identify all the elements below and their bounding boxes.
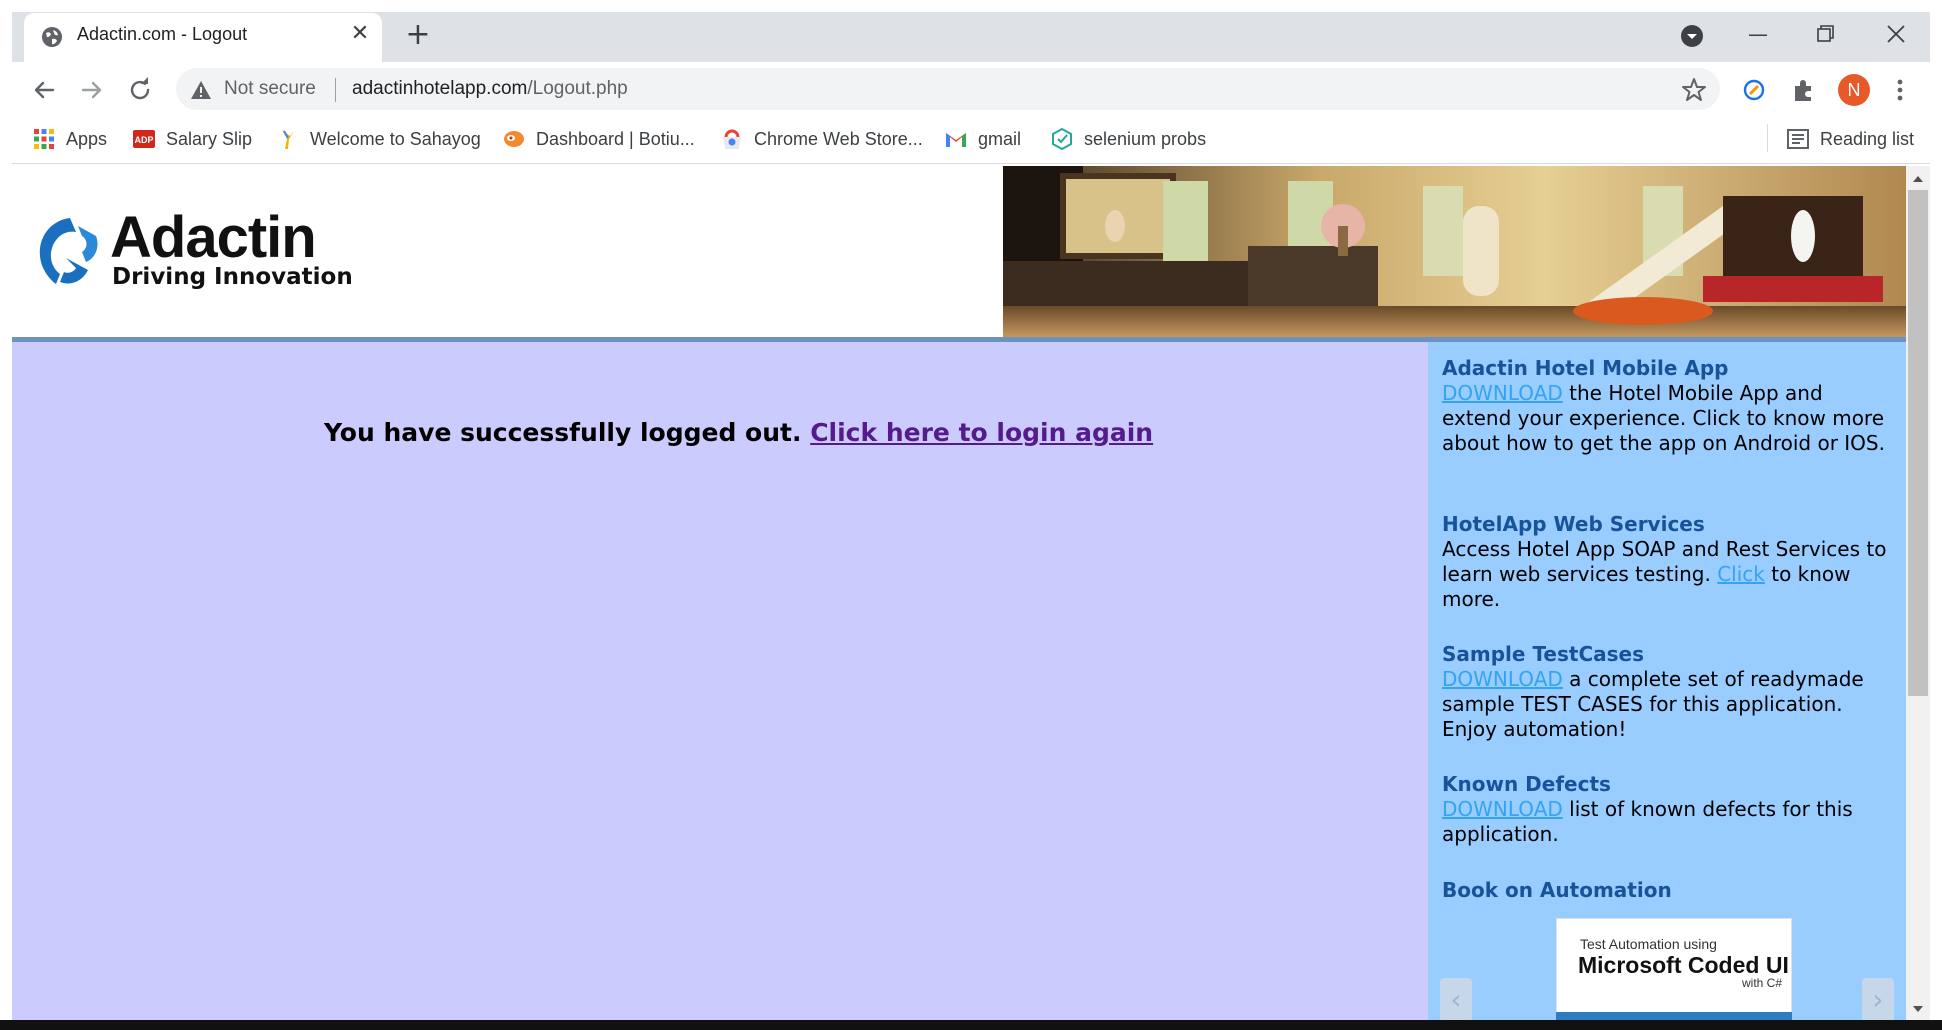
minimize-icon[interactable]: — [1730, 14, 1786, 54]
restore-icon[interactable] [1796, 14, 1852, 54]
new-tab-icon[interactable]: + [404, 20, 432, 50]
test-cases-download-link[interactable]: DOWNLOAD [1442, 667, 1563, 691]
section-title: Known Defects [1442, 772, 1611, 796]
address-divider [335, 78, 336, 102]
reading-list-icon [1787, 129, 1809, 149]
mobile-app-download-link[interactable]: DOWNLOAD [1442, 381, 1563, 405]
bookmark-label: gmail [978, 128, 1022, 149]
forward-icon[interactable] [76, 74, 108, 106]
tab-title: Adactin.com - Logout [77, 24, 248, 44]
reading-list-label: Reading list [1820, 128, 1915, 149]
warning-icon[interactable] [190, 80, 212, 100]
bookmark-sahayog[interactable]: Welcome to Sahayog [276, 124, 481, 154]
adp-icon: ADP [133, 130, 155, 148]
profile-avatar[interactable]: N [1838, 74, 1870, 106]
chrome-web-store-icon [723, 129, 741, 149]
section-title: Book on Automation [1442, 878, 1672, 902]
login-again-link[interactable]: Click here to login again [810, 418, 1153, 447]
known-defects-section: Known Defects DOWNLOAD list of known def… [1442, 772, 1894, 847]
close-window-icon[interactable] [1868, 14, 1924, 54]
reading-list-button[interactable]: Reading list [1786, 124, 1914, 154]
bookmark-label: Chrome Web Store... [754, 128, 923, 149]
apps-grid-icon [34, 129, 54, 149]
gmail-icon [946, 133, 966, 147]
test-cases-section: Sample TestCases DOWNLOAD a complete set… [1442, 642, 1894, 742]
logo-name: Adactin [110, 205, 317, 270]
tab-close-icon[interactable]: ✕ [348, 22, 372, 46]
bookmark-salary-slip[interactable]: ADP Salary Slip [132, 124, 252, 154]
url-text[interactable]: adactinhotelapp.com/Logout.php [352, 78, 628, 100]
logout-text: You have successfully logged out. [324, 418, 802, 447]
bookmark-gmail[interactable]: gmail [944, 124, 1021, 154]
web-services-section: HotelApp Web Services Access Hotel App S… [1442, 512, 1894, 612]
hotel-lobby-image [1003, 166, 1906, 338]
section-title: Sample TestCases [1442, 642, 1645, 666]
carousel-next-icon[interactable]: › [1862, 978, 1894, 1022]
mobile-app-section: Adactin Hotel Mobile App DOWNLOAD the Ho… [1442, 356, 1894, 456]
more-menu-icon[interactable] [1890, 76, 1910, 104]
carousel-prev-icon[interactable]: ‹ [1440, 978, 1472, 1022]
bookmark-label: Apps [66, 128, 108, 149]
reload-icon[interactable] [124, 74, 156, 106]
url-path: /Logout.php [527, 78, 628, 99]
bookmark-label: Salary Slip [166, 128, 253, 149]
selenium-icon [1052, 127, 1072, 151]
scrollbar-thumb[interactable] [1908, 190, 1928, 696]
book-cover-line1: Test Automation using [1580, 936, 1717, 952]
book-cover-title: Microsoft Coded UI [1578, 952, 1789, 978]
logo-tagline: Driving Innovation [112, 264, 353, 290]
bookmark-label: Welcome to Sahayog [310, 128, 481, 149]
scroll-up-icon[interactable] [1910, 172, 1926, 186]
taskbar-edge [0, 1020, 1942, 1030]
bookmark-label: Dashboard | Botiu... [536, 128, 695, 149]
svg-text:ADP: ADP [134, 135, 153, 145]
adactin-logo-icon[interactable] [30, 212, 110, 292]
bookmark-chrome-web-store[interactable]: Chrome Web Store... [720, 124, 923, 154]
back-icon[interactable] [28, 74, 60, 106]
known-defects-download-link[interactable]: DOWNLOAD [1442, 797, 1563, 821]
web-services-click-link[interactable]: Click [1717, 562, 1765, 586]
book-section: Book on Automation [1442, 878, 1894, 903]
extension-katalon-icon[interactable] [1740, 76, 1768, 104]
book-cover-line3: with C# [1742, 976, 1783, 990]
bookmark-selenium-probs[interactable]: selenium probs [1050, 124, 1206, 154]
logout-message: You have successfully logged out. Click … [324, 418, 1153, 447]
bookmark-label: selenium probs [1084, 128, 1207, 149]
url-domain: adactinhotelapp.com [352, 78, 528, 99]
scroll-down-icon[interactable] [1910, 1002, 1926, 1016]
extensions-puzzle-icon[interactable] [1790, 76, 1818, 104]
tab-search-icon[interactable] [1680, 24, 1704, 48]
section-title: HotelApp Web Services [1442, 512, 1705, 536]
sahayog-icon [282, 130, 294, 149]
section-title: Adactin Hotel Mobile App [1442, 356, 1729, 380]
globe-icon [42, 27, 62, 47]
bookmarks-divider [1767, 124, 1768, 152]
bookmark-botium[interactable]: Dashboard | Botiu... [502, 124, 695, 154]
botium-icon [504, 131, 524, 147]
bookmark-apps[interactable]: Apps [32, 124, 107, 154]
security-label[interactable]: Not secure [224, 78, 316, 100]
bookmark-star-icon[interactable] [1681, 77, 1707, 103]
